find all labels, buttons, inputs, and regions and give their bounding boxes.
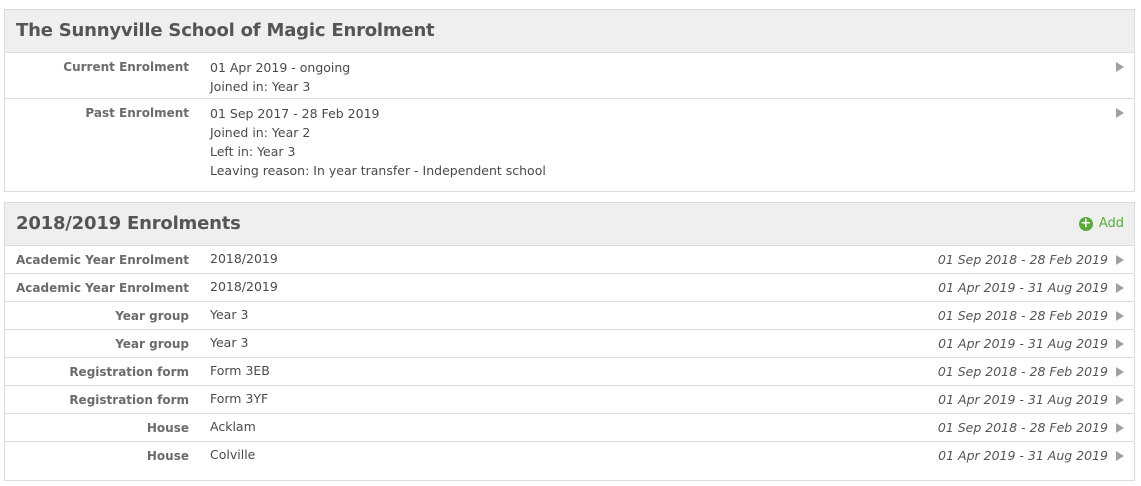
row-label: Registration form <box>69 365 189 379</box>
row-label: Year group <box>115 309 189 323</box>
plus-circle-icon: + <box>1078 215 1093 231</box>
add-button[interactable]: + Add <box>1078 215 1124 231</box>
joined-in: Joined in: Year 2 <box>210 125 311 140</box>
past-enrolment-row[interactable]: Past Enrolment 01 Sep 2017 - 28 Feb 2019… <box>5 99 1134 192</box>
year-enrolments-title: 2018/2019 Enrolments <box>16 213 241 234</box>
expand-arrow-icon[interactable] <box>1116 423 1124 433</box>
year-enrolments-panel: 2018/2019 Enrolments + Add Academic Year… <box>4 202 1135 481</box>
row-dates: 01 Apr 2019 - 31 Aug 2019 <box>938 280 1108 295</box>
row-value: Acklam <box>210 419 256 434</box>
expand-arrow-icon[interactable] <box>1116 255 1124 265</box>
row-label: Past Enrolment <box>85 106 189 120</box>
row-label: Academic Year Enrolment <box>16 253 189 267</box>
enrolment-dates: 01 Sep 2017 - 28 Feb 2019 <box>210 106 380 121</box>
table-row[interactable]: Registration form Form 3YF 01 Apr 2019 -… <box>5 386 1134 414</box>
row-dates: 01 Sep 2018 - 28 Feb 2019 <box>937 420 1108 435</box>
row-dates: 01 Apr 2019 - 31 Aug 2019 <box>938 336 1108 351</box>
add-button-label: Add <box>1098 216 1124 231</box>
current-enrolment-row[interactable]: Current Enrolment 01 Apr 2019 - ongoing … <box>5 53 1134 99</box>
expand-arrow-icon[interactable] <box>1116 108 1124 118</box>
table-row[interactable]: House Colville 01 Apr 2019 - 31 Aug 2019 <box>5 442 1134 470</box>
school-enrolment-title: The Sunnyville School of Magic Enrolment <box>16 20 435 41</box>
row-label: Year group <box>115 337 189 351</box>
expand-arrow-icon[interactable] <box>1116 367 1124 377</box>
row-dates: 01 Apr 2019 - 31 Aug 2019 <box>938 448 1108 463</box>
row-dates: 01 Sep 2018 - 28 Feb 2019 <box>937 308 1108 323</box>
expand-arrow-icon[interactable] <box>1116 283 1124 293</box>
expand-arrow-icon[interactable] <box>1116 395 1124 405</box>
row-value: Year 3 <box>210 307 249 322</box>
school-enrolment-panel: The Sunnyville School of Magic Enrolment… <box>4 9 1135 192</box>
expand-arrow-icon[interactable] <box>1116 451 1124 461</box>
row-value: Form 3YF <box>210 391 269 406</box>
table-row[interactable]: Year group Year 3 01 Apr 2019 - 31 Aug 2… <box>5 330 1134 358</box>
left-in: Left in: Year 3 <box>210 144 296 159</box>
enrolment-dates: 01 Apr 2019 - ongoing <box>210 60 351 75</box>
row-dates: 01 Sep 2018 - 28 Feb 2019 <box>937 364 1108 379</box>
row-value: 01 Apr 2019 - ongoing Joined in: Year 3 <box>210 58 350 96</box>
leaving-reason: Leaving reason: In year transfer - Indep… <box>210 163 546 178</box>
school-enrolment-header: The Sunnyville School of Magic Enrolment <box>5 10 1134 53</box>
row-label: House <box>146 449 189 463</box>
table-row[interactable]: Year group Year 3 01 Sep 2018 - 28 Feb 2… <box>5 302 1134 330</box>
row-value: 2018/2019 <box>210 279 278 294</box>
table-row[interactable]: Registration form Form 3EB 01 Sep 2018 -… <box>5 358 1134 386</box>
table-row[interactable]: Academic Year Enrolment 2018/2019 01 Apr… <box>5 274 1134 302</box>
row-label: Current Enrolment <box>63 60 189 74</box>
expand-arrow-icon[interactable] <box>1116 62 1124 72</box>
joined-in: Joined in: Year 3 <box>210 79 311 94</box>
expand-arrow-icon[interactable] <box>1116 311 1124 321</box>
row-value: Year 3 <box>210 335 249 350</box>
table-row[interactable]: House Acklam 01 Sep 2018 - 28 Feb 2019 <box>5 414 1134 442</box>
row-value: Colville <box>210 447 256 462</box>
row-dates: 01 Apr 2019 - 31 Aug 2019 <box>938 392 1108 407</box>
row-value: Form 3EB <box>210 363 270 378</box>
table-row[interactable]: Academic Year Enrolment 2018/2019 01 Sep… <box>5 246 1134 274</box>
year-enrolments-header: 2018/2019 Enrolments + Add <box>5 203 1134 246</box>
row-value: 2018/2019 <box>210 251 278 266</box>
row-label: Registration form <box>69 393 189 407</box>
row-label: House <box>146 421 189 435</box>
row-label: Academic Year Enrolment <box>16 281 189 295</box>
row-value: 01 Sep 2017 - 28 Feb 2019 Joined in: Yea… <box>210 104 546 180</box>
expand-arrow-icon[interactable] <box>1116 339 1124 349</box>
row-dates: 01 Sep 2018 - 28 Feb 2019 <box>937 252 1108 267</box>
